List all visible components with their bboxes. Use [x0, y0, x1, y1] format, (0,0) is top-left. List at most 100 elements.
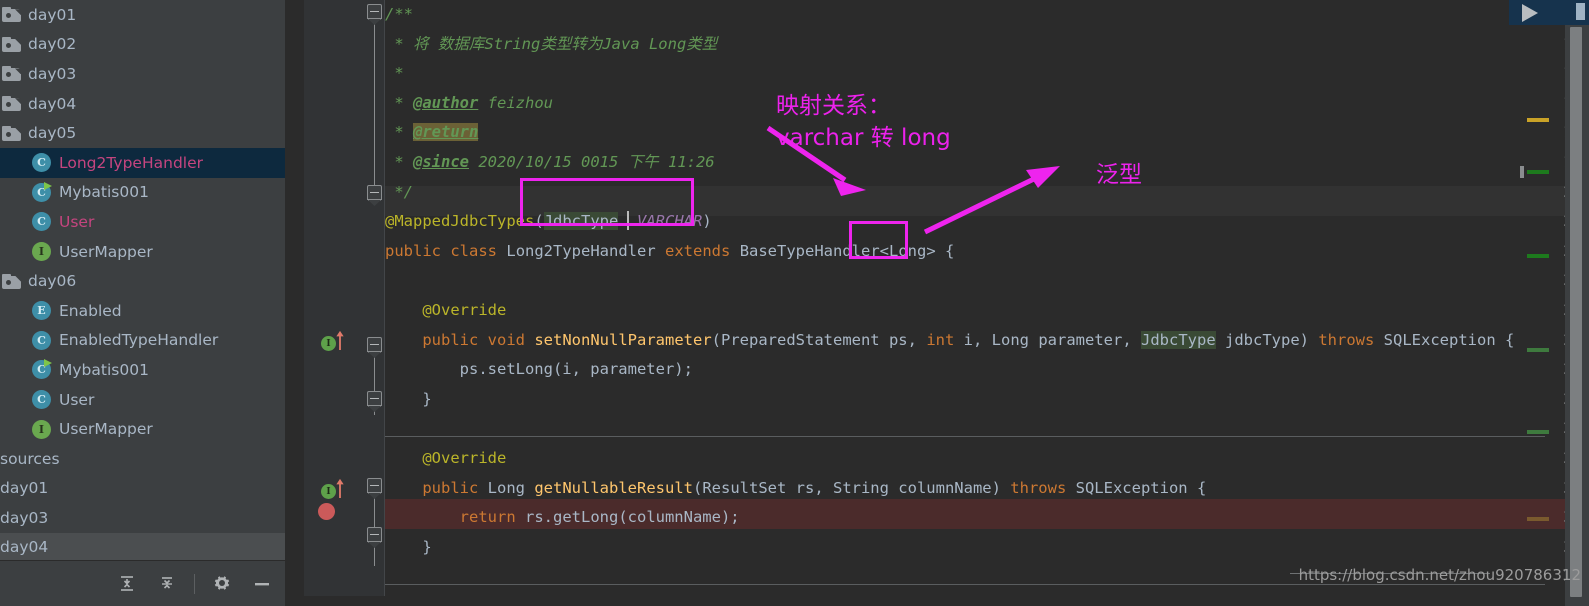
marker-green[interactable]	[1527, 348, 1549, 352]
override-arrow-icon	[336, 478, 344, 498]
toolbar-divider	[194, 573, 195, 594]
fold-marker-method1-start[interactable]	[367, 337, 382, 352]
fold-marker-javadoc-start[interactable]	[367, 4, 382, 19]
class-icon: C	[32, 153, 51, 173]
minimize-icon[interactable]	[249, 571, 275, 597]
marker-warning[interactable]	[1527, 517, 1549, 521]
code-line-32: return rs.getLong(columnName);	[459, 508, 740, 527]
code-line-25: @Override	[422, 301, 507, 319]
code-line-14: /**	[385, 5, 413, 23]
code-line-27: ps.setLong(i, parameter);	[459, 360, 693, 379]
tree-item-user[interactable]: C User	[0, 207, 285, 237]
run-marker-icon	[44, 359, 52, 368]
tree-item-day05[interactable]: day05	[0, 118, 285, 148]
class-icon: C	[32, 330, 51, 350]
gutter-strip	[285, 0, 304, 606]
run-marker-icon	[44, 181, 52, 190]
editor-bottom-strip	[285, 596, 1589, 606]
fold-marker-method2-end[interactable]	[367, 527, 382, 542]
run-icon[interactable]	[1522, 4, 1538, 22]
tree-item-day04[interactable]: day04	[0, 89, 285, 119]
project-tree[interactable]: day01 day02 day03 day04 day05 C Long2TypeHandl…	[0, 0, 285, 560]
code-line-22: public class Long2TypeHandler extends Ba…	[385, 241, 955, 260]
implements-method-icon[interactable]: I	[321, 484, 336, 499]
tree-item-usermapper[interactable]: I UserMapper	[0, 237, 285, 267]
implements-method-icon[interactable]: I	[321, 336, 336, 351]
fold-marker-method1-end[interactable]	[367, 391, 382, 406]
fold-marker-javadoc-end[interactable]	[367, 185, 382, 200]
class-icon-runnable: C	[32, 359, 52, 380]
editor-gutter[interactable]	[285, 0, 385, 606]
collapse-all-icon[interactable]	[154, 571, 180, 597]
folder-icon	[2, 7, 21, 23]
tree-item-usermapper[interactable]: I UserMapper	[0, 414, 285, 444]
marker-green[interactable]	[1527, 170, 1549, 174]
tree-item-enabled[interactable]: E Enabled	[0, 296, 285, 326]
ide-window: day01 day02 day03 day04 day05 C Long2TypeHandl…	[0, 0, 1589, 606]
tree-item-sources[interactable]: sources	[0, 444, 285, 474]
tree-item-label: UserMapper	[59, 420, 153, 439]
run-toolbar	[1509, 0, 1589, 25]
method-separator	[385, 436, 1545, 437]
folder-icon	[2, 273, 21, 289]
tree-item-user[interactable]: C User	[0, 385, 285, 415]
tree-item-enabledtypehandler[interactable]: C EnabledTypeHandler	[0, 326, 285, 356]
gear-icon[interactable]	[209, 571, 235, 597]
marker-green[interactable]	[1527, 254, 1549, 258]
code-line-31: public Long getNullableResult(ResultSet …	[422, 478, 1207, 497]
tree-item-day02[interactable]: day02	[0, 30, 285, 60]
tree-item-mybatis001[interactable]: C Mybatis001	[0, 355, 285, 385]
code-line-18: * @return	[385, 123, 479, 142]
folder-icon	[2, 36, 21, 52]
code-line-20: */	[385, 182, 413, 201]
marker-green[interactable]	[1527, 430, 1549, 434]
code-line-33: }	[422, 537, 432, 556]
fold-marker-method2-start[interactable]	[367, 478, 382, 493]
folder-icon	[2, 96, 21, 112]
tree-item-label: day04	[28, 94, 77, 113]
tree-item-long2typehandler[interactable]: C Long2TypeHandler	[0, 147, 285, 178]
code-line-21: @MappedJdbcTypes(JdbcType. VARCHAR)	[385, 211, 712, 231]
tree-item-label: User	[59, 212, 95, 231]
scrollbar-thumb[interactable]	[1570, 27, 1582, 597]
editor-scrollbar[interactable]	[1565, 0, 1589, 606]
tree-item-label: Enabled	[59, 301, 122, 320]
tree-item-day01[interactable]: day01	[0, 0, 285, 30]
tree-item-label: day01	[0, 479, 49, 498]
tree-item-day06[interactable]: day06	[0, 266, 285, 296]
override-arrow-icon	[336, 330, 344, 350]
tree-item-label: day02	[28, 35, 77, 54]
marker-caret-position	[1520, 166, 1524, 178]
code-text-area[interactable]: /** * 将 数据库String类型转为Java Long类型 * * @au…	[385, 0, 1589, 606]
tree-item-label: User	[59, 390, 95, 409]
marker-warning[interactable]	[1527, 118, 1549, 122]
expand-all-icon[interactable]	[114, 571, 140, 597]
breakpoint-icon[interactable]	[318, 503, 335, 520]
folder-icon	[2, 66, 21, 82]
interface-icon: I	[32, 242, 51, 262]
tree-item-label: Mybatis001	[59, 360, 149, 379]
tree-item-label: day04	[0, 538, 49, 557]
watermark-url: https://blog.csdn.net/zhou920786312	[1298, 566, 1581, 584]
tree-item-day03[interactable]: day03	[0, 59, 285, 89]
code-line-30: @Override	[422, 449, 507, 467]
code-line-17: * @author feizhou	[385, 93, 553, 112]
project-sidebar: day01 day02 day03 day04 day05 C Long2TypeHandl…	[0, 0, 285, 606]
tree-item-day01[interactable]: day01	[0, 474, 285, 504]
tree-item-day04[interactable]: day04	[0, 532, 285, 560]
tree-item-day03[interactable]: day03	[0, 503, 285, 533]
tree-item-label: Mybatis001	[59, 183, 149, 202]
code-editor[interactable]: I I 141516171819202122232425262728293031…	[285, 0, 1589, 606]
code-line-15: * 将 数据库String类型转为Java Long类型	[385, 34, 718, 53]
interface-icon: I	[32, 419, 51, 439]
tree-item-label: EnabledTypeHandler	[59, 331, 219, 350]
tree-item-mybatis001[interactable]: C Mybatis001	[0, 178, 285, 208]
tree-item-label: sources	[0, 449, 60, 468]
tree-item-label: day05	[28, 124, 77, 143]
stop-icon[interactable]	[1576, 3, 1585, 20]
tree-item-label: UserMapper	[59, 242, 153, 261]
enum-icon: E	[32, 301, 51, 321]
class-icon: C	[32, 390, 51, 410]
sidebar-toolbar	[0, 560, 285, 606]
tree-item-label: day06	[28, 272, 77, 291]
